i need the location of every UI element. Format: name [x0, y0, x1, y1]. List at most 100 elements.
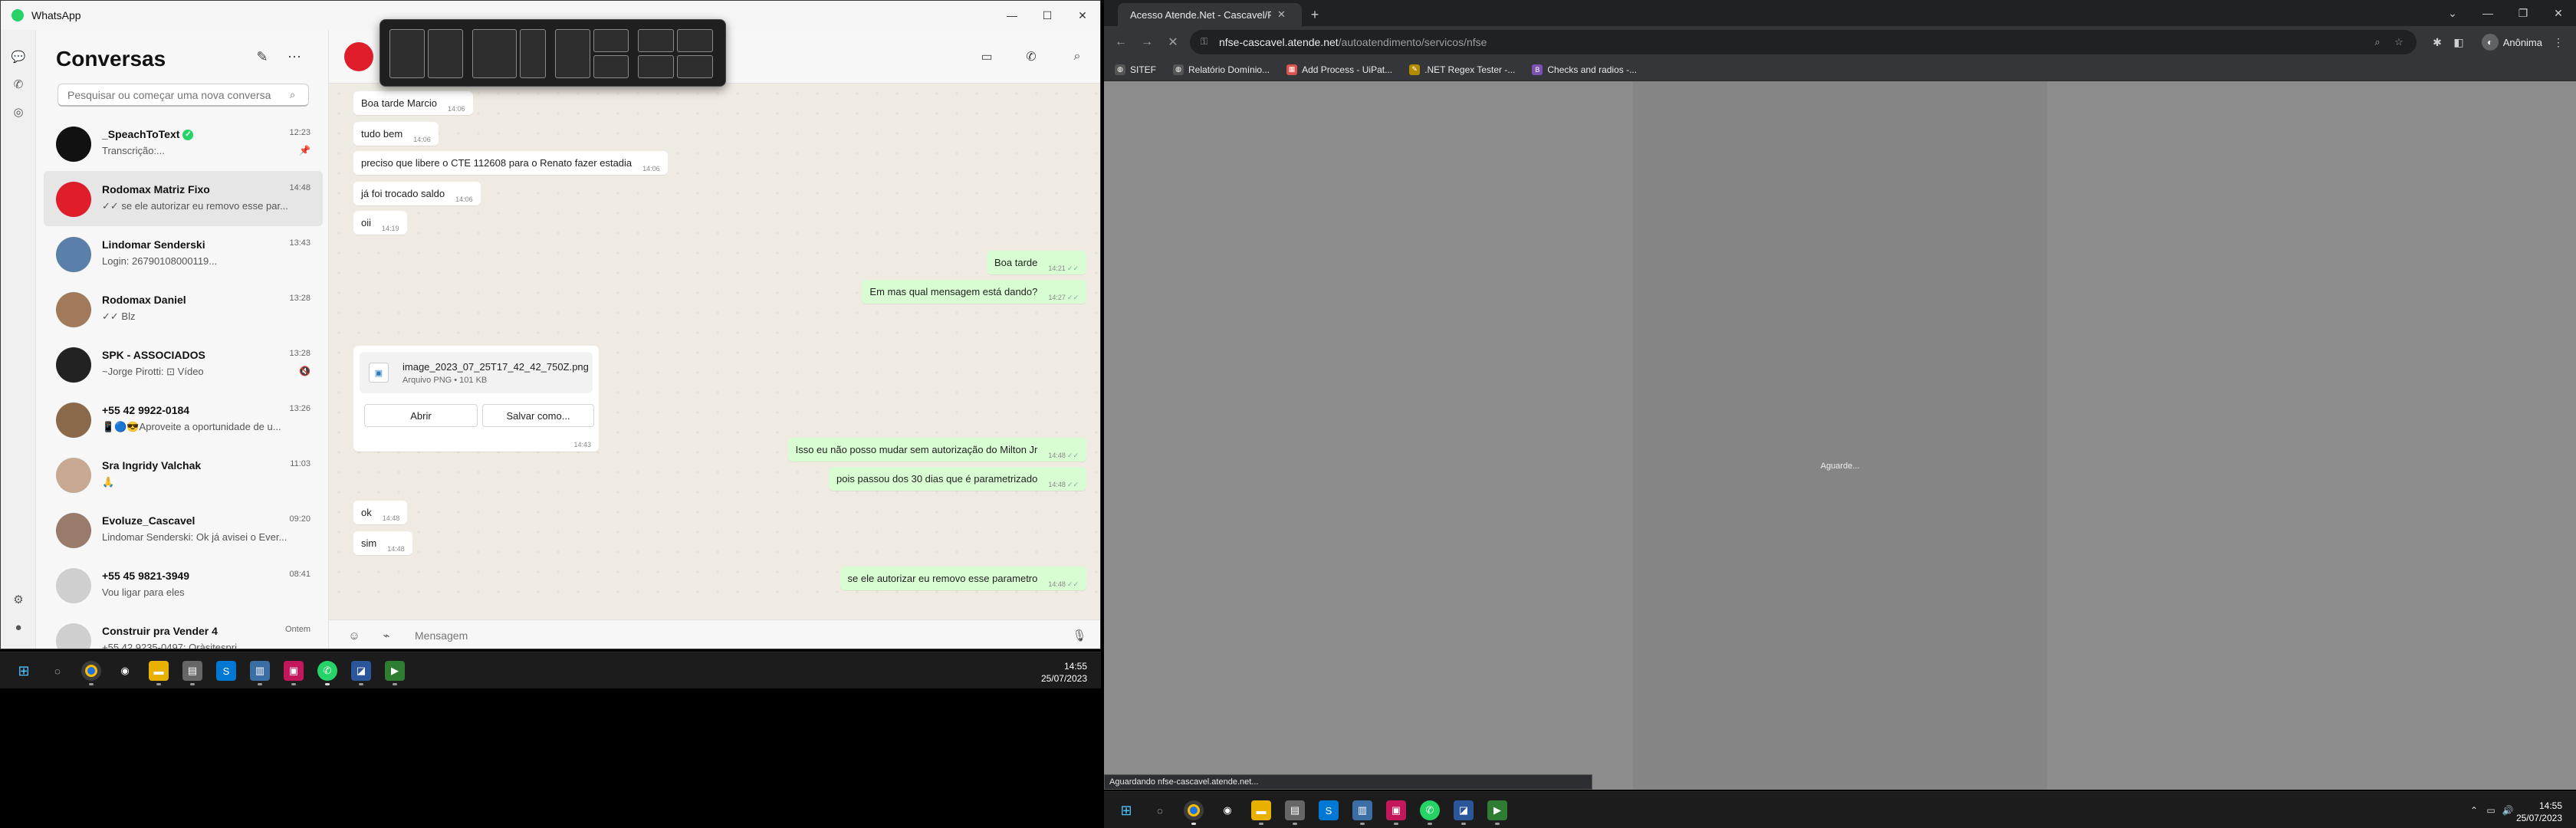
- minimize-button[interactable]: —: [2470, 0, 2505, 26]
- message-incoming[interactable]: tudo bem 14:06: [353, 122, 439, 146]
- video-call-icon[interactable]: ▭: [976, 47, 997, 67]
- start-icon[interactable]: ⊞: [14, 661, 34, 681]
- app-icon[interactable]: S: [1319, 800, 1339, 820]
- file-explorer-icon[interactable]: ▬: [149, 661, 169, 681]
- snap-zone[interactable]: [520, 29, 546, 78]
- menu-icon[interactable]: ⋮: [2550, 34, 2567, 51]
- address-bar[interactable]: ⚿ nfse-cascavel.atende.net/autoatendimen…: [1190, 30, 2417, 54]
- network-icon[interactable]: ▭: [2484, 803, 2498, 817]
- profile-icon[interactable]: ●: [10, 619, 27, 636]
- whatsapp-taskbar-icon[interactable]: ✆: [317, 661, 337, 681]
- app-icon[interactable]: ▤: [182, 661, 202, 681]
- github-icon[interactable]: ◉: [115, 661, 135, 681]
- site-info-icon[interactable]: ⚿: [1201, 36, 1208, 48]
- snap-zone[interactable]: [638, 55, 674, 78]
- browser-tab[interactable]: Acesso Atende.Net - Cascavel/PR ✕: [1118, 3, 1302, 26]
- message-incoming[interactable]: sim 14:48: [353, 531, 412, 555]
- snap-zone[interactable]: [677, 29, 713, 52]
- chat-row[interactable]: Construir pra Vender 4 Ontem +55 42 9235…: [44, 613, 323, 649]
- tab-search-icon[interactable]: ⌄: [2435, 0, 2470, 26]
- back-icon[interactable]: ←: [1112, 34, 1130, 51]
- message-incoming[interactable]: ok 14:48: [353, 501, 408, 524]
- search-in-chat-icon[interactable]: ⌕: [1066, 47, 1088, 67]
- bookmark-item[interactable]: ◍ Relatório Domínio...: [1173, 64, 1270, 75]
- taskbar-clock[interactable]: 14:55 25/07/2023: [1041, 660, 1087, 685]
- snap-zone[interactable]: [428, 29, 463, 78]
- chrome-icon[interactable]: [1184, 800, 1204, 820]
- app-icon[interactable]: S: [216, 661, 236, 681]
- message-outgoing[interactable]: Isso eu não posso mudar sem autorização …: [787, 438, 1086, 462]
- widgets-icon[interactable]: ◌: [48, 661, 67, 681]
- message-incoming[interactable]: preciso que libere o CTE 112608 para o R…: [353, 151, 668, 175]
- snap-zone[interactable]: [593, 29, 629, 52]
- new-tab-button[interactable]: +: [1306, 6, 1323, 23]
- chats-icon[interactable]: 💬: [10, 48, 27, 65]
- app-icon[interactable]: ▣: [1386, 800, 1406, 820]
- start-icon[interactable]: ⊞: [1116, 800, 1136, 820]
- maximize-button[interactable]: ☐: [1030, 1, 1065, 30]
- close-button[interactable]: ✕: [2541, 0, 2576, 26]
- microphone-icon[interactable]: 🎙: [1071, 627, 1088, 644]
- chat-row[interactable]: +55 42 9922-0184 13:26 📱🔵😎Aproveite a op…: [44, 392, 323, 447]
- chat-row[interactable]: SPK - ASSOCIADOS 13:28 ~Jorge Pirotti: ⊡…: [44, 337, 323, 392]
- search-input[interactable]: [67, 88, 290, 101]
- new-chat-icon[interactable]: ✎: [252, 47, 272, 67]
- maximize-button[interactable]: ❐: [2505, 0, 2541, 26]
- volume-icon[interactable]: 🔊: [2501, 803, 2515, 817]
- snap-zone[interactable]: [555, 29, 590, 78]
- close-button[interactable]: ✕: [1065, 1, 1100, 30]
- open-file-button[interactable]: Abrir: [364, 404, 478, 427]
- app-icon[interactable]: ◪: [351, 661, 371, 681]
- calls-icon[interactable]: ✆: [10, 76, 27, 93]
- app-icon[interactable]: ▥: [1352, 800, 1372, 820]
- app-icon[interactable]: ▶: [385, 661, 405, 681]
- attach-icon[interactable]: ⌁: [378, 627, 395, 644]
- file-explorer-icon[interactable]: ▬: [1251, 800, 1271, 820]
- close-tab-icon[interactable]: ✕: [1277, 8, 1286, 21]
- app-icon[interactable]: ▤: [1285, 800, 1305, 820]
- message-outgoing[interactable]: Em mas qual mensagem está dando? 14:27 ✓✓: [862, 280, 1086, 304]
- message-outgoing[interactable]: se ele autorizar eu removo esse parametr…: [840, 567, 1086, 590]
- chat-row[interactable]: Lindomar Senderski 13:43 Login: 26790108…: [44, 226, 323, 281]
- message-input[interactable]: [415, 626, 1013, 645]
- search-icon[interactable]: ⌕: [290, 89, 295, 101]
- status-icon[interactable]: ◎: [10, 104, 27, 120]
- chat-row[interactable]: +55 45 9821-3949 08:41 Vou ligar para el…: [44, 557, 323, 613]
- app-icon[interactable]: ◪: [1454, 800, 1474, 820]
- stop-loading-icon[interactable]: ✕: [1164, 34, 1182, 51]
- app-icon[interactable]: ▥: [250, 661, 270, 681]
- snap-zone[interactable]: [638, 29, 674, 52]
- message-incoming[interactable]: já foi trocado saldo 14:06: [353, 182, 481, 205]
- message-incoming[interactable]: Boa tarde Marcio 14:06: [353, 91, 473, 115]
- bookmark-item[interactable]: ◍ SITEF: [1115, 64, 1156, 75]
- side-panel-icon[interactable]: ◧: [2450, 34, 2467, 51]
- app-icon[interactable]: ▶: [1487, 800, 1507, 820]
- widgets-icon[interactable]: ◌: [1150, 800, 1170, 820]
- chat-row[interactable]: Rodomax Matriz Fixo 14:48 ✓✓ se ele auto…: [44, 171, 323, 226]
- bookmark-item[interactable]: B Checks and radios -...: [1532, 64, 1637, 75]
- voice-call-icon[interactable]: ✆: [1020, 47, 1042, 67]
- show-hidden-icons-icon[interactable]: ⌃: [2467, 803, 2481, 817]
- minimize-button[interactable]: —: [994, 1, 1030, 30]
- bookmark-item[interactable]: ▦ Add Process - UiPat...: [1286, 64, 1392, 75]
- forward-icon[interactable]: →: [1138, 34, 1156, 51]
- whatsapp-taskbar-icon[interactable]: ✆: [1420, 800, 1440, 820]
- chat-row[interactable]: _SpeachToText ✓ 12:23 Transcrição:... 📌: [44, 116, 323, 171]
- emoji-icon[interactable]: ☺: [346, 627, 363, 644]
- bookmark-star-icon[interactable]: ☆: [2392, 35, 2406, 49]
- zoom-search-icon[interactable]: ⌕: [2371, 35, 2384, 49]
- message-outgoing[interactable]: Boa tarde 14:21 ✓✓: [987, 251, 1086, 274]
- app-icon[interactable]: ▣: [284, 661, 304, 681]
- chrome-icon[interactable]: [81, 661, 101, 681]
- chat-row[interactable]: Rodomax Daniel 13:28 ✓✓ Blz: [44, 281, 323, 337]
- message-outgoing[interactable]: pois passou dos 30 dias que é parametriz…: [829, 467, 1086, 491]
- file-attachment-message[interactable]: ▣ image_2023_07_25T17_42_42_750Z.png Arq…: [353, 346, 599, 452]
- snap-zone[interactable]: [472, 29, 517, 78]
- github-icon[interactable]: ◉: [1217, 800, 1237, 820]
- incognito-profile-chip[interactable]: ◐ Anônima: [2481, 32, 2542, 52]
- contact-avatar[interactable]: [344, 42, 373, 71]
- save-as-button[interactable]: Salvar como...: [482, 404, 594, 427]
- settings-icon[interactable]: ⚙: [10, 591, 27, 608]
- message-incoming[interactable]: oii 14:19: [353, 211, 407, 235]
- chat-row[interactable]: Sra Ingridy Valchak 11:03 🙏: [44, 447, 323, 502]
